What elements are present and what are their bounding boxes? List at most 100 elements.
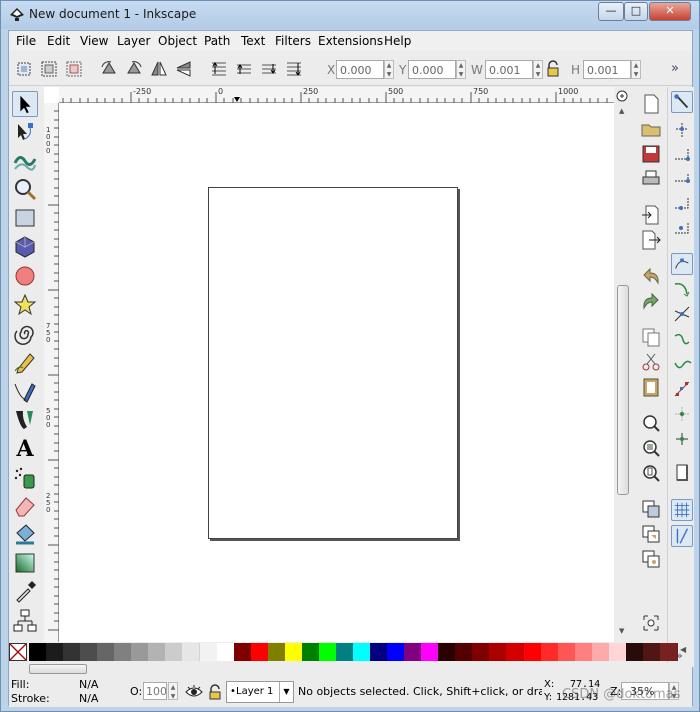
eraser-tool-icon[interactable] <box>12 493 38 519</box>
y-spinner[interactable]: ▲ ▼ <box>456 60 466 79</box>
h-spinner[interactable]: ▲ ▼ <box>631 60 641 79</box>
snap-nodes-icon[interactable] <box>671 253 693 275</box>
save-icon[interactable] <box>640 143 662 165</box>
palette-swatch[interactable] <box>148 643 167 661</box>
fill-value[interactable]: N/A <box>79 678 98 691</box>
text-tool-icon[interactable]: A <box>12 436 38 462</box>
palette-swatch[interactable] <box>182 643 201 661</box>
w-field[interactable] <box>485 60 533 79</box>
raise-to-top-icon[interactable] <box>209 59 229 79</box>
selector-tool-icon[interactable] <box>12 91 38 117</box>
palette-swatch[interactable] <box>318 643 337 661</box>
x-field[interactable] <box>336 60 384 79</box>
palette-scroll-thumb[interactable] <box>29 664 87 674</box>
menu-text[interactable]: Text <box>241 34 265 48</box>
snap-bbox-center-icon[interactable] <box>671 219 693 241</box>
deselect-icon[interactable] <box>64 59 84 79</box>
lock-layer-icon[interactable] <box>208 684 222 700</box>
palette-swatch[interactable] <box>80 643 99 661</box>
canvas[interactable]: -250 0 250 500 750 1000 1000 750 500 250 <box>44 87 614 642</box>
scroll-up-arrow-icon[interactable]: ▲ <box>619 107 624 115</box>
spiral-tool-icon[interactable] <box>12 321 38 347</box>
clone-icon[interactable] <box>640 523 662 545</box>
zoom-fit-icon[interactable] <box>615 89 629 103</box>
palette-swatch[interactable] <box>523 643 542 661</box>
zoom-tool-icon[interactable] <box>12 176 38 202</box>
palette-swatch[interactable] <box>29 643 47 661</box>
select-all-icon[interactable] <box>14 59 34 79</box>
palette-swatch[interactable] <box>353 643 371 661</box>
snap-paths-icon[interactable] <box>671 278 693 300</box>
snap-grids-icon[interactable] <box>671 499 693 521</box>
palette-swatch[interactable] <box>97 643 116 661</box>
snap-smooth-nodes-icon[interactable] <box>671 353 693 375</box>
gradient-tool-icon[interactable] <box>12 550 38 576</box>
menu-path[interactable]: Path <box>204 34 230 48</box>
copy-icon[interactable] <box>640 326 662 348</box>
palette-swatch[interactable] <box>591 643 610 661</box>
cut-icon[interactable] <box>640 351 662 373</box>
maximize-button[interactable]: □ <box>624 2 648 21</box>
lower-icon[interactable] <box>259 59 279 79</box>
palette-swatch[interactable] <box>233 643 252 661</box>
palette-swatch[interactable] <box>455 643 474 661</box>
palette-scrollbar[interactable] <box>9 663 692 675</box>
opacity-field[interactable] <box>143 682 167 700</box>
palette-swatch[interactable] <box>472 643 491 661</box>
paste-icon[interactable] <box>640 376 662 398</box>
palette-swatch[interactable] <box>284 643 303 661</box>
snap-midpoints-icon[interactable] <box>671 378 693 400</box>
print-icon[interactable] <box>640 168 662 190</box>
snap-bbox-midpoints-icon[interactable] <box>671 194 693 216</box>
palette-swatch[interactable] <box>267 643 286 661</box>
palette-swatch[interactable] <box>199 643 218 661</box>
palette-swatch[interactable] <box>625 643 644 661</box>
menu-help[interactable]: Help <box>384 34 411 48</box>
w-spinner[interactable]: ▲ ▼ <box>533 60 543 79</box>
lower-to-bottom-icon[interactable] <box>284 59 304 79</box>
flip-vertical-icon[interactable] <box>174 59 194 79</box>
palette-swatch[interactable] <box>387 643 406 661</box>
y-field[interactable] <box>408 60 456 79</box>
snap-guides-icon[interactable] <box>671 525 693 547</box>
pencil-tool-icon[interactable] <box>12 349 38 375</box>
minimize-button[interactable]: — <box>598 2 624 21</box>
snap-bbox-corners-icon[interactable] <box>671 169 693 191</box>
snap-cusp-nodes-icon[interactable] <box>671 328 693 350</box>
vertical-scrollbar[interactable]: ▲ ▼ <box>614 87 630 642</box>
node-tool-icon[interactable] <box>12 119 38 145</box>
select-all-in-layers-icon[interactable] <box>39 59 59 79</box>
duplicate-icon[interactable] <box>640 498 662 520</box>
palette-swatch[interactable] <box>506 643 525 661</box>
layer-dropdown[interactable]: • Layer 1 ▼ <box>226 681 294 703</box>
toolbar-overflow-button[interactable]: » <box>671 61 679 76</box>
menu-filters[interactable]: Filters <box>275 34 311 48</box>
zoom-selection-icon[interactable] <box>640 412 662 434</box>
pen-tool-icon[interactable] <box>12 378 38 404</box>
spray-tool-icon[interactable] <box>12 465 38 491</box>
raise-icon[interactable] <box>234 59 254 79</box>
flip-horizontal-icon[interactable] <box>149 59 169 79</box>
palette-swatch[interactable] <box>659 643 678 661</box>
opacity-spinner[interactable]: ▲ ▼ <box>168 682 178 700</box>
menu-extensions[interactable]: Extensions <box>318 34 383 48</box>
snap-rotation-center-icon[interactable] <box>671 428 693 450</box>
vertical-scroll-thumb[interactable] <box>617 285 629 495</box>
palette-swatch[interactable] <box>540 643 559 661</box>
zoom-drawing-icon[interactable] <box>640 437 662 459</box>
palette-swatch[interactable] <box>301 643 320 661</box>
3d-box-tool-icon[interactable] <box>12 234 38 260</box>
tweak-tool-icon[interactable] <box>12 147 38 173</box>
snap-bbox-edges-icon[interactable] <box>671 144 693 166</box>
connector-tool-icon[interactable] <box>12 608 38 634</box>
palette-swatch[interactable] <box>216 643 235 661</box>
no-paint-icon[interactable] <box>9 643 27 661</box>
palette-swatch[interactable] <box>114 643 133 661</box>
palette-swatch[interactable] <box>642 643 661 661</box>
palette-swatch[interactable] <box>165 643 184 661</box>
snap-object-midpoints-icon[interactable] <box>671 403 693 425</box>
star-tool-icon[interactable] <box>12 292 38 318</box>
rotate-cw-icon[interactable] <box>124 59 144 79</box>
open-icon[interactable] <box>640 118 662 140</box>
stroke-value[interactable]: N/A <box>79 692 98 705</box>
